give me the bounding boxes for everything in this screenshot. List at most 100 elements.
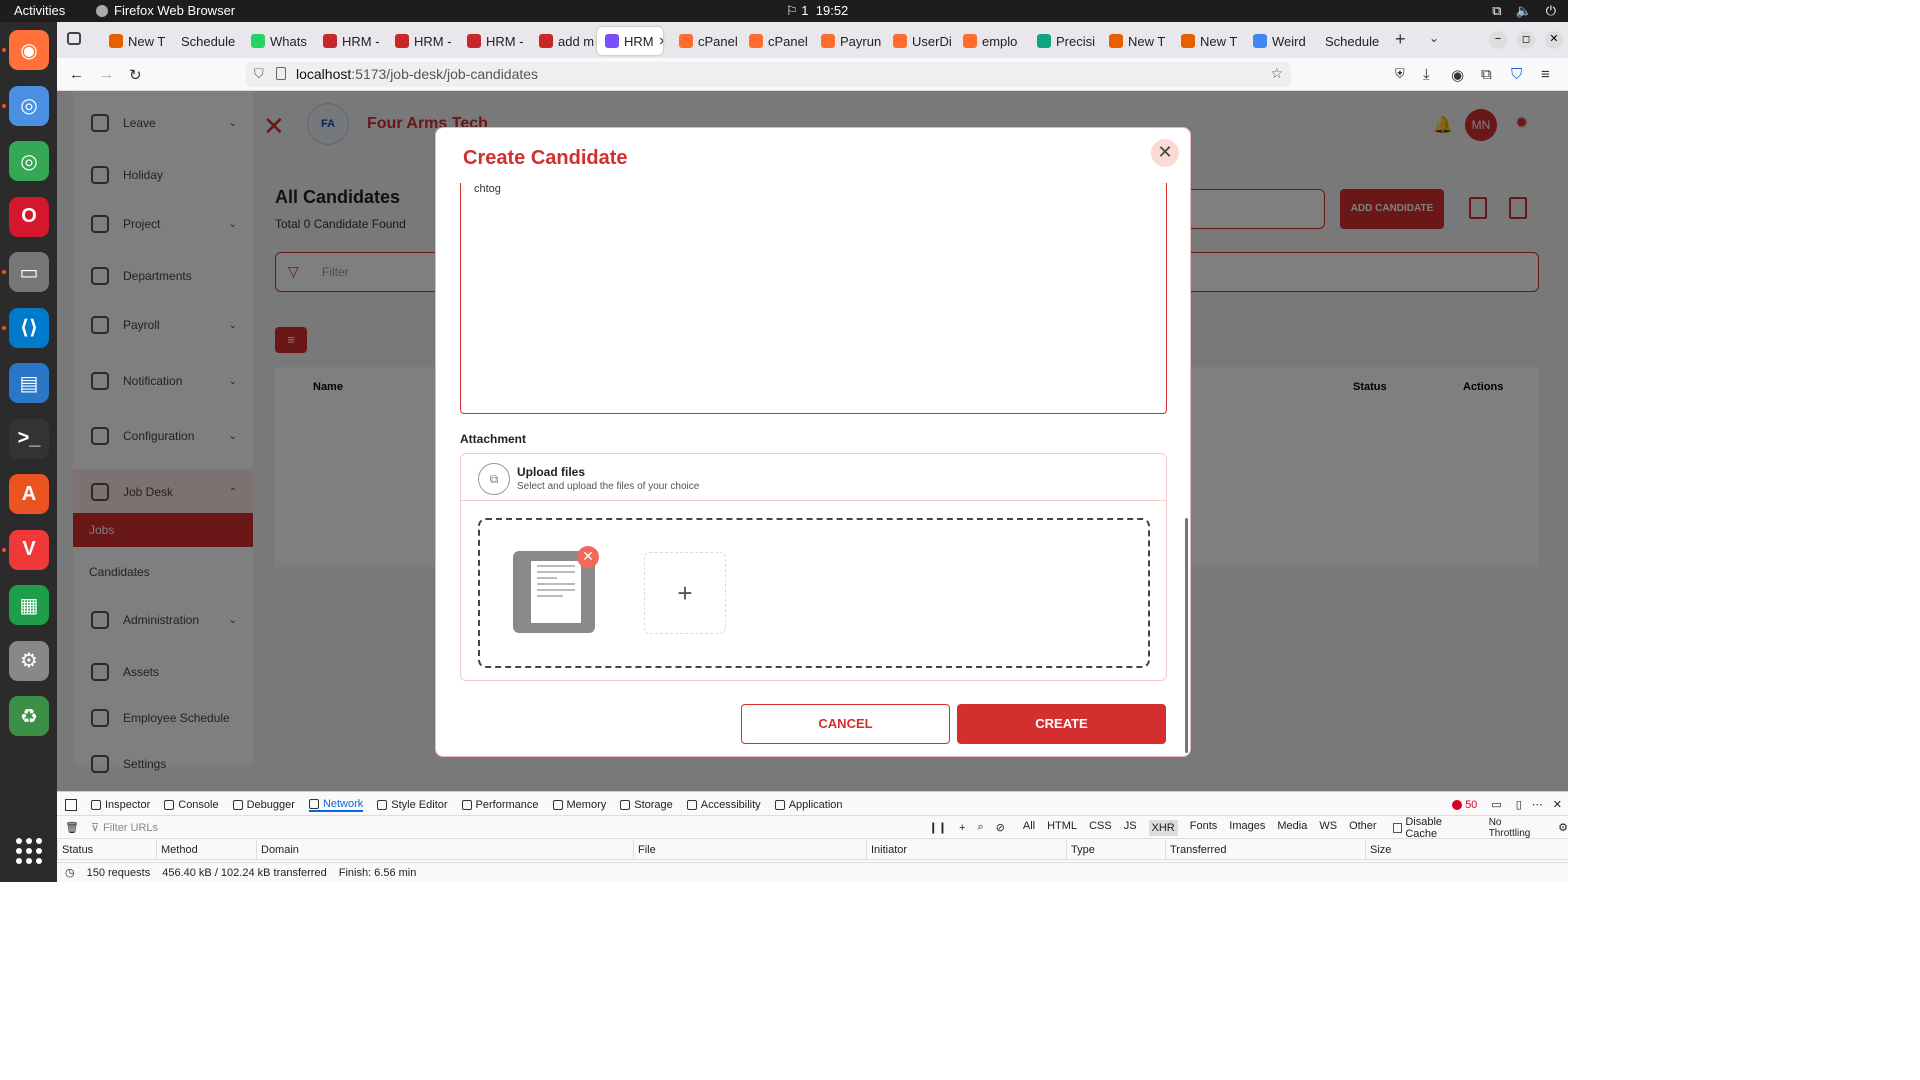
pocket-icon[interactable]: ⛨	[1395, 66, 1405, 82]
browser-tab[interactable]: Whats	[243, 27, 313, 55]
add-icon[interactable]: +	[959, 822, 965, 834]
browser-tab[interactable]: Precisi	[1029, 27, 1099, 55]
reload-icon[interactable]: ↻	[129, 66, 142, 84]
more-options-icon[interactable]: ⋯	[1532, 798, 1543, 811]
search-icon[interactable]: ⌕	[977, 821, 983, 834]
devtools-tab[interactable]: Memory	[552, 798, 606, 812]
show-apps-icon[interactable]	[16, 838, 42, 864]
terminal-icon[interactable]: >_	[9, 418, 49, 459]
clear-trash-icon[interactable]: 🗑	[65, 821, 79, 834]
browser-tab[interactable]: New T	[1173, 27, 1243, 55]
browser-tab[interactable]: HRM -	[387, 27, 457, 55]
clock[interactable]: ⚐ 1 19:52	[786, 3, 848, 19]
error-count[interactable]: 50	[1452, 799, 1477, 811]
column-header[interactable]: Type	[1066, 840, 1095, 860]
devtools-tab[interactable]: Debugger	[232, 798, 295, 812]
vivaldi-icon[interactable]: V	[9, 529, 49, 570]
firefox-icon[interactable]: ◉	[9, 30, 49, 70]
close-devtools-icon[interactable]: ✕	[1553, 798, 1562, 811]
chrome-icon[interactable]: ◎	[9, 141, 49, 181]
browser-tab[interactable]: HRM -	[459, 27, 529, 55]
disable-cache-checkbox[interactable]: Disable Cache	[1392, 816, 1475, 840]
chromium-icon[interactable]: ◎	[9, 85, 49, 126]
list-tabs-chevron-icon[interactable]: ⌄	[1429, 31, 1439, 45]
browser-tab[interactable]: emplo	[955, 27, 1025, 55]
settings-gear-icon[interactable]: ⚙	[1558, 821, 1568, 834]
request-type-filter[interactable]: Images	[1229, 820, 1265, 836]
browser-tab[interactable]: New T	[1101, 27, 1171, 55]
column-header[interactable]: Domain	[256, 840, 299, 860]
add-file-button[interactable]: +	[644, 552, 726, 634]
app-center-icon[interactable]: A	[9, 474, 49, 514]
modal-scrollbar[interactable]	[1185, 518, 1188, 753]
column-header[interactable]: Method	[156, 840, 198, 860]
close-tab-icon[interactable]: ✕	[659, 35, 663, 48]
column-header[interactable]: Status	[57, 840, 93, 860]
devtools-tab[interactable]: Application	[774, 798, 843, 812]
downloads-icon[interactable]: ⤓	[1423, 66, 1430, 83]
create-button[interactable]: CREATE	[957, 704, 1166, 744]
devtools-tab[interactable]: Style Editor	[377, 798, 448, 812]
browser-tab[interactable]: UserDi	[885, 27, 955, 55]
vscode-icon[interactable]: ⟨⟩	[9, 307, 49, 348]
devtools-tab[interactable]: Performance	[461, 798, 539, 812]
minimize-button[interactable]: −	[1489, 31, 1507, 49]
request-type-filter[interactable]: XHR	[1148, 819, 1178, 836]
browser-tab[interactable]: Payrun	[813, 27, 883, 55]
responsive-design-icon[interactable]: ▯	[1516, 798, 1522, 811]
cancel-button[interactable]: CANCEL	[741, 704, 950, 744]
close-modal-button[interactable]: ✕	[1151, 139, 1179, 167]
close-window-button[interactable]: ✕	[1545, 31, 1563, 49]
browser-tab[interactable]: HRM ✕	[597, 27, 663, 55]
back-arrow-icon[interactable]: ←	[69, 66, 84, 83]
pause-icon[interactable]: ❙❙	[929, 821, 947, 834]
pick-element-icon[interactable]	[65, 798, 77, 811]
calc-icon[interactable]: ▦	[9, 585, 49, 625]
browser-tab[interactable]: cPanel	[671, 27, 741, 55]
bitwarden-icon[interactable]: ⛉	[1511, 66, 1522, 83]
devtools-tab[interactable]: Network	[308, 798, 364, 812]
opera-icon[interactable]: O	[9, 196, 49, 237]
browser-tab[interactable]: cPanel	[741, 27, 811, 55]
settings-icon[interactable]: ⚙	[9, 640, 49, 681]
column-header[interactable]: Transferred	[1165, 840, 1226, 860]
tab-overview-icon[interactable]	[67, 32, 81, 45]
activities-button[interactable]: Activities	[14, 3, 65, 18]
block-icon[interactable]: ⊘	[996, 821, 1005, 834]
browser-tab[interactable]: HRM -	[315, 27, 385, 55]
forward-arrow-icon[interactable]: →	[99, 66, 114, 83]
browser-tab[interactable]: Weird	[1245, 27, 1315, 55]
browser-tab[interactable]: Schedule	[173, 27, 243, 55]
extensions-icon[interactable]: ⧉	[1481, 66, 1492, 83]
request-type-filter[interactable]: WS	[1319, 820, 1337, 836]
column-header[interactable]: Initiator	[866, 840, 907, 860]
cover-letter-textarea[interactable]: chtog	[460, 183, 1167, 414]
request-type-filter[interactable]: Fonts	[1190, 820, 1218, 836]
system-tray[interactable]: ⧉ 🔈 ⏻	[1492, 3, 1556, 19]
request-type-filter[interactable]: JS	[1124, 820, 1137, 836]
devtools-tab[interactable]: Storage	[620, 798, 673, 812]
performance-timer-icon[interactable]: ◷	[65, 866, 75, 879]
active-app-menu[interactable]: Firefox Web Browser	[96, 3, 235, 18]
dock-side-icon[interactable]: ▭	[1491, 798, 1501, 811]
writer-icon[interactable]: ▤	[9, 363, 49, 403]
request-type-filter[interactable]: CSS	[1089, 820, 1112, 836]
column-header[interactable]: Size	[1365, 840, 1391, 860]
devtools-tab[interactable]: Accessibility	[686, 798, 761, 812]
file-drop-zone[interactable]: ✕ +	[478, 518, 1150, 668]
menu-icon[interactable]: ≡	[1541, 66, 1550, 83]
request-type-filter[interactable]: Media	[1277, 820, 1307, 836]
trash-icon[interactable]: ♻	[9, 696, 49, 736]
remove-attachment-button[interactable]: ✕	[577, 546, 599, 568]
request-type-filter[interactable]: Other	[1349, 820, 1377, 836]
url-field[interactable]: ⛉ localhost:5173/job-desk/job-candidates…	[246, 62, 1291, 87]
devtools-tab[interactable]: Inspector	[91, 798, 150, 812]
request-type-filter[interactable]: HTML	[1047, 820, 1077, 836]
browser-tab[interactable]: Schedule	[1317, 27, 1387, 55]
column-header[interactable]: File	[633, 840, 656, 860]
request-type-filter[interactable]: All	[1023, 820, 1035, 836]
files-icon[interactable]: ▭	[9, 252, 49, 292]
bookmark-star-icon[interactable]: ☆	[1270, 65, 1283, 82]
browser-tab[interactable]: add m	[531, 27, 601, 55]
new-tab-button[interactable]: +	[1395, 29, 1406, 50]
